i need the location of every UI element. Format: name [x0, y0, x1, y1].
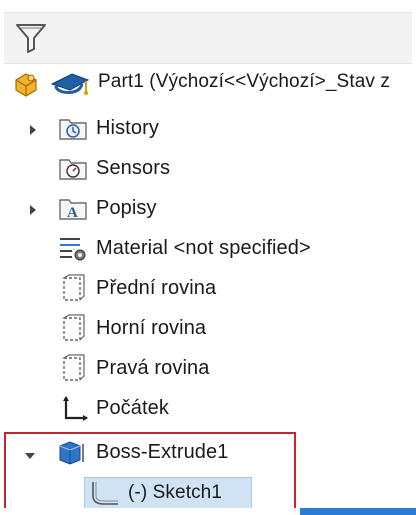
- right-plane-label: Pravá rovina: [96, 357, 210, 379]
- history-label: History: [96, 117, 159, 139]
- expand-arrow-icon[interactable]: [28, 203, 38, 221]
- tree-item-material[interactable]: Material <not specified>: [0, 230, 416, 268]
- svg-text:A: A: [67, 205, 78, 221]
- sensors-label: Sensors: [96, 157, 171, 179]
- tree-item-top-plane[interactable]: Horní rovina: [0, 310, 416, 348]
- display-states-icon: [50, 70, 90, 103]
- tree-item-origin[interactable]: Počátek: [0, 390, 416, 428]
- material-icon: [58, 234, 88, 267]
- plane-icon: [60, 274, 86, 309]
- material-label: Material <not specified>: [96, 237, 311, 259]
- history-folder-icon: [58, 114, 88, 147]
- tree-item-popisy[interactable]: A Popisy: [0, 190, 416, 228]
- part-icon: [12, 70, 40, 103]
- feature-tree-filter-bar: [4, 12, 412, 64]
- expand-arrow-icon[interactable]: [28, 123, 38, 141]
- collapse-arrow-icon[interactable]: [24, 448, 36, 466]
- filter-icon[interactable]: [14, 21, 48, 60]
- tree-item-history[interactable]: History: [0, 110, 416, 148]
- popisy-label: Popisy: [96, 197, 157, 219]
- tree-root-part[interactable]: Part1 (Výchozí<<Výchozí>_Stav z: [0, 64, 416, 102]
- sensors-folder-icon: [58, 154, 88, 187]
- root-part-label: Part1 (Výchozí<<Výchozí>_Stav z: [98, 71, 390, 92]
- origin-icon: [60, 394, 90, 429]
- sketch-icon: [90, 480, 120, 511]
- tree-item-boss-extrude[interactable]: Boss-Extrude1: [0, 434, 416, 472]
- tree-item-sensors[interactable]: Sensors: [0, 150, 416, 188]
- tree-item-front-plane[interactable]: Přední rovina: [0, 270, 416, 308]
- plane-icon: [60, 354, 86, 389]
- top-plane-label: Horní rovina: [96, 317, 207, 339]
- annotations-folder-icon: A: [58, 194, 88, 227]
- sketch1-label: (-) Sketch1: [128, 482, 223, 503]
- plane-icon: [60, 314, 86, 349]
- tree-item-right-plane[interactable]: Pravá rovina: [0, 350, 416, 388]
- origin-label: Počátek: [96, 397, 169, 419]
- front-plane-label: Přední rovina: [96, 277, 217, 299]
- extrude-feature-icon: [56, 438, 88, 471]
- bottom-edge-strip: [0, 508, 416, 515]
- boss-extrude-label: Boss-Extrude1: [96, 441, 229, 463]
- tree-item-sketch1[interactable]: (-) Sketch1: [0, 474, 416, 512]
